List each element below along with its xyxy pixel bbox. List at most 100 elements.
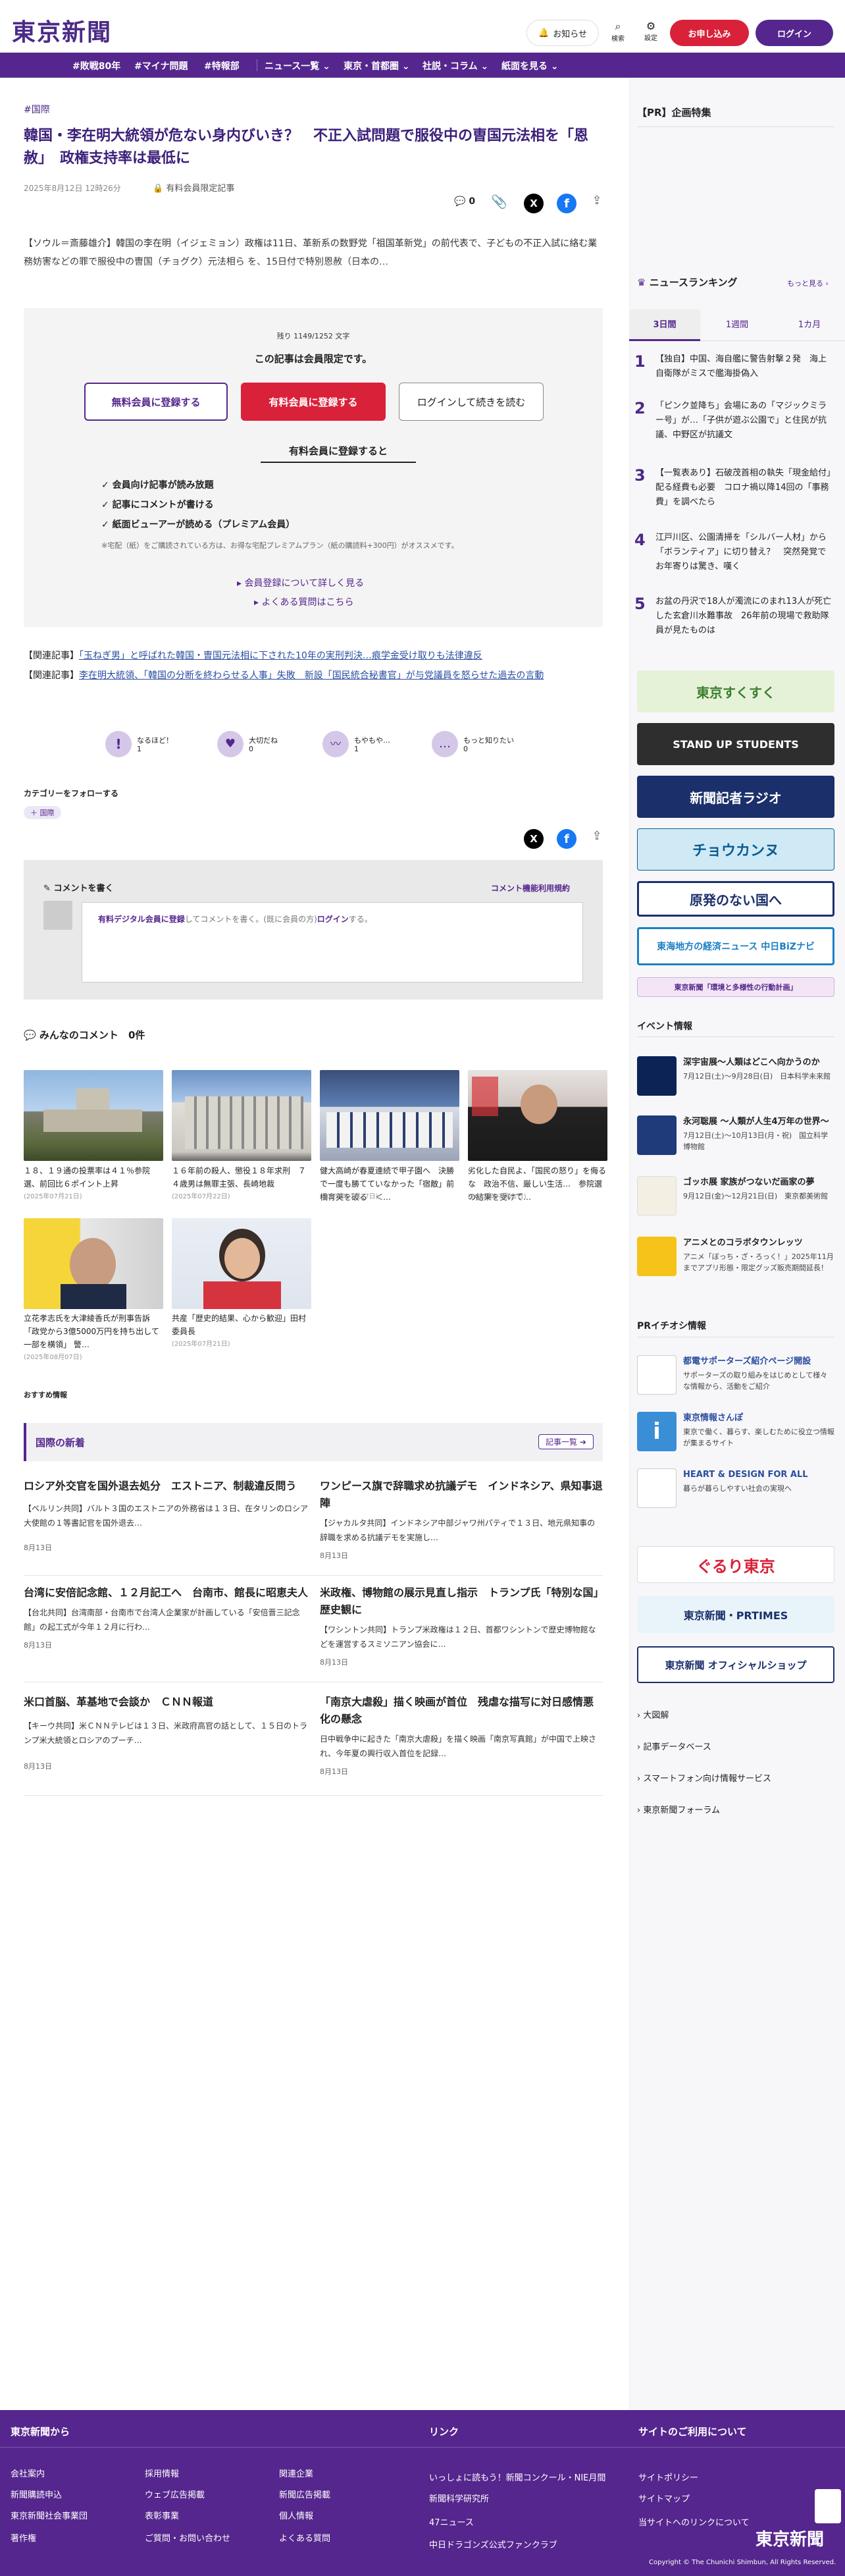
ranking-item[interactable]: 1 【独自】中国、海自艦に警告射撃２発 海上自衛隊がミスで艦海掛偽入 <box>634 352 832 398</box>
thumb-caption[interactable]: 立花孝志氏を大津綾香氏が刑事告訴 「政党から3億5000万円を持ち出して一部を横… <box>24 1312 163 1351</box>
thumb-image-baseball-team[interactable] <box>320 1070 459 1161</box>
thumb-caption[interactable]: 共産「歴史的結果、心から歓迎」田村委員長 <box>172 1312 311 1338</box>
footer-link[interactable]: 東京新聞社会事業団 <box>11 2509 88 2521</box>
footer-link[interactable]: 個人情報 <box>279 2509 313 2521</box>
sidebar-link-forum[interactable]: › 東京新聞フォーラム <box>637 1803 720 1815</box>
reaction-naruhodo-icon[interactable]: ! <box>105 731 132 757</box>
footer-link[interactable]: ウェブ広告掲載 <box>145 2488 205 2500</box>
event-item[interactable]: ゴッホ展 家族がつないだ画家の夢 9月12日(金)〜12月21日(日) 東京都美術… <box>637 1176 834 1218</box>
tab-3days[interactable]: 3日間 <box>629 309 700 341</box>
faq-link[interactable]: ▸ よくある質問はこちら <box>254 595 353 608</box>
footer-link[interactable]: 中日ドラゴンズ公式ファンクラブ <box>429 2538 557 2550</box>
event-item[interactable]: 深宇宙展〜人類はどこへ向かうのか 7月12日(土)〜9月28日(日) 日本科学未来… <box>637 1056 834 1098</box>
sidebar-link-daizukai[interactable]: › 大図解 <box>637 1708 669 1721</box>
clip-icon[interactable]: 📎 <box>491 194 509 212</box>
thumb-image-tachibana[interactable] <box>24 1218 163 1309</box>
footer-link[interactable]: 47ニュース <box>429 2515 474 2528</box>
x-share-icon[interactable]: X <box>524 829 544 849</box>
thumb-image-press-conference[interactable] <box>468 1070 607 1161</box>
banner-stand-up-students[interactable]: STAND UP STUDENTS <box>637 723 834 765</box>
news-item[interactable]: ロシア外交官を国外退去処分 エストニア、制裁違反問う 【ベルリン共同】バルト３国… <box>24 1478 308 1553</box>
banner-prtimes[interactable]: 東京新聞・PRTIMES <box>637 1596 834 1633</box>
nav-item-editorial[interactable]: 社説・コラム ⌄ <box>423 59 488 72</box>
footer-link[interactable]: 新聞広告掲載 <box>279 2488 330 2500</box>
pr-item[interactable]: HEART & DESIGN FOR ALL 暮らが暮らしやすい社会の実現へ <box>637 1468 834 1511</box>
facebook-share-icon[interactable]: f <box>557 194 576 213</box>
banner-sukusuku[interactable]: 東京すくすく <box>637 670 834 712</box>
footer-link[interactable]: サイトポリシー <box>638 2471 698 2483</box>
site-logo[interactable]: 東京新聞 <box>12 13 112 47</box>
thumb-image-court-building[interactable] <box>172 1070 311 1161</box>
thumb-image-tamura[interactable] <box>172 1218 311 1309</box>
reaction-moyamoya-icon[interactable]: 〰 <box>322 731 349 757</box>
login-continue-button[interactable]: ログインして続きを読む <box>399 383 544 421</box>
footer-link[interactable]: サイトマップ <box>638 2492 690 2504</box>
footer-logo[interactable]: 東京新聞 <box>755 2526 824 2550</box>
free-register-button[interactable]: 無料会員に登録する <box>84 383 228 421</box>
nav-item-news-list[interactable]: ニュース一覧 ⌄ <box>265 59 330 72</box>
footer-link[interactable]: 表彰事業 <box>145 2509 179 2521</box>
more-about-register-link[interactable]: ▸ 会員登録について詳しく見る <box>237 576 364 589</box>
pr-item[interactable]: i 東京情報さんぽ 東京で働く、暮らす、楽しむために役立つ情報が集まるサイト <box>637 1412 834 1454</box>
related-link[interactable]: 李在明大統領、「韓国の分断を終わらせる人事」失敗 新設「国民統合秘書官」が与党議… <box>79 670 544 681</box>
footer-link[interactable]: 当サイトへのリンクについて <box>638 2515 750 2528</box>
signup-button[interactable]: お申し込み <box>670 20 749 46</box>
banner-chokanu[interactable]: チョウカンヌ <box>637 828 834 871</box>
facebook-share-icon[interactable]: f <box>557 829 576 849</box>
banner-reporter-radio[interactable]: 新聞記者ラジオ <box>637 776 834 818</box>
register-digital-link[interactable]: 有料デジタル会員に登録 <box>98 915 185 924</box>
news-item[interactable]: ワンピース旗で辞職求め抗議デモ インドネシア、県知事退陣 【ジャカルタ共同】イン… <box>320 1478 603 1561</box>
sidebar-link-database[interactable]: › 記事データベース <box>637 1740 711 1752</box>
article-tag[interactable]: #国際 <box>24 103 50 116</box>
ranking-item[interactable]: 4 江戸川区、公園清掃を「シルバー人材」から「ボランティア」に切り替え？ 突然発覚… <box>634 531 832 578</box>
x-share-icon[interactable]: X <box>524 194 544 213</box>
footer-link[interactable]: 会社案内 <box>11 2467 45 2479</box>
footer-link[interactable]: 採用情報 <box>145 2467 179 2479</box>
footer-link[interactable]: ご質問・お問い合わせ <box>145 2531 230 2544</box>
settings-button[interactable]: ⚙ 設定 <box>640 20 662 42</box>
pr-item[interactable]: 都電サポーターズ紹介ページ開設 サポーターズの取り組みをはじめとして様々な情報から… <box>637 1355 834 1397</box>
paid-register-button[interactable]: 有料会員に登録する <box>241 383 386 421</box>
news-item[interactable]: 「南京大虐殺」描く映画が首位 残虐な描写に対日感情悪化の懸念 日中戦争中に起きた… <box>320 1694 603 1777</box>
footer-link[interactable]: よくある質問 <box>279 2531 330 2544</box>
banner-gururi-tokyo[interactable]: ぐるり東京 <box>637 1546 834 1583</box>
footer-link[interactable]: 著作権 <box>11 2531 36 2544</box>
search-button[interactable]: ⌕ 検索 <box>608 20 628 43</box>
footer-link[interactable]: 関連企業 <box>279 2467 313 2479</box>
thumb-caption[interactable]: １６年前の殺人、懲役１８年求刑 ７４歳男は無罪主張、長崎地裁 <box>172 1164 311 1191</box>
event-item[interactable]: 永河聡展 〜人類が人生4万年の世界〜 7月12日(土)〜10月13日(月・祝) 国… <box>637 1115 834 1158</box>
thumb-image-diet-building[interactable] <box>24 1070 163 1161</box>
news-item[interactable]: 米口首脳、革基地で会談か ＣＮＮ報道 【キーウ共同】米ＣＮＮテレビは１３日、米政… <box>24 1694 308 1771</box>
footer-link[interactable]: いっしょに読もう！新聞コンクール・NIE月間 <box>429 2471 605 2483</box>
news-item[interactable]: 台湾に安倍記念館、１２月記工へ 台南市、館長に昭恵夫人 【台北共同】台湾南部・台… <box>24 1584 308 1650</box>
footer-link[interactable]: 新聞科学研究所 <box>429 2492 489 2504</box>
event-item[interactable]: アニメとのコラボタウンレッツ アニメ「ぼっち・ざ・ろっく！」2025年11月までア… <box>637 1237 834 1279</box>
share-icon[interactable]: ⇪ <box>589 829 605 849</box>
footer-link[interactable]: 新聞購読申込 <box>11 2488 62 2500</box>
comment-rules-link[interactable]: コメント機能利用規約 <box>491 882 570 894</box>
intl-more-link[interactable]: 記事一覧 ➔ <box>538 1434 594 1449</box>
comment-count-button[interactable]: 💬 0 <box>454 196 475 207</box>
reaction-motto-icon[interactable]: … <box>432 731 458 757</box>
ranking-item[interactable]: 2 「ピンク並降ち」会場にあの「マジックミラー号」が…「子供が遊ぶ公園で」と住民が… <box>634 399 832 446</box>
related-link[interactable]: 「玉ねぎ男」と呼ばれた韓国・曺国元法相に下された10年の実刑判決…痕学金受け取り… <box>79 651 482 661</box>
banner-environment-plan[interactable]: 東京新聞「環境と多様性の行動計画」 <box>637 977 834 997</box>
thumb-caption[interactable]: １８、１９通の投票率は４１％参院選、前回比６ポイント上昇 <box>24 1164 163 1191</box>
banner-official-shop[interactable]: 東京新聞 オフィシャルショップ <box>637 1646 834 1683</box>
nav-item-myna[interactable]: #マイナ問題 <box>134 59 188 72</box>
ranking-more-link[interactable]: もっと見る › <box>787 278 829 288</box>
tab-1week[interactable]: 1週間 <box>702 309 773 341</box>
reaction-taisetsu-icon[interactable]: ♥ <box>217 731 243 757</box>
ranking-item[interactable]: 5 お盆の丹沢で18人が濁流にのまれ13人が死亡した玄倉川水難事故 26年前の現場… <box>634 595 832 642</box>
tab-1month[interactable]: 1カ月 <box>774 309 845 341</box>
nav-item-war80[interactable]: #敗戦80年 <box>72 59 120 72</box>
notice-button[interactable]: 🔔 お知らせ <box>526 20 599 46</box>
comment-input[interactable]: 有料デジタル会員に登録してコメントを書く。(既に会員の方)ログインする。 <box>82 902 583 982</box>
follow-tag-chip[interactable]: ＋ 国際 <box>24 806 61 819</box>
news-item[interactable]: 米政権、博物館の展示見直し指示 トランプ氏「特別な国」歴史観に 【ワシントン共同… <box>320 1584 603 1667</box>
login-button[interactable]: ログイン <box>755 20 833 46</box>
share-icon[interactable]: ⇪ <box>589 194 605 213</box>
nav-item-tokyo[interactable]: 東京・首都圏 ⌄ <box>344 59 410 72</box>
ranking-item[interactable]: 3 【一覧表あり】石破茂首相の執失「現金給付」配る経費も必要 コロナ禍以降14回の… <box>634 466 832 514</box>
banner-no-nuclear[interactable]: 原発のない国へ <box>637 881 834 917</box>
